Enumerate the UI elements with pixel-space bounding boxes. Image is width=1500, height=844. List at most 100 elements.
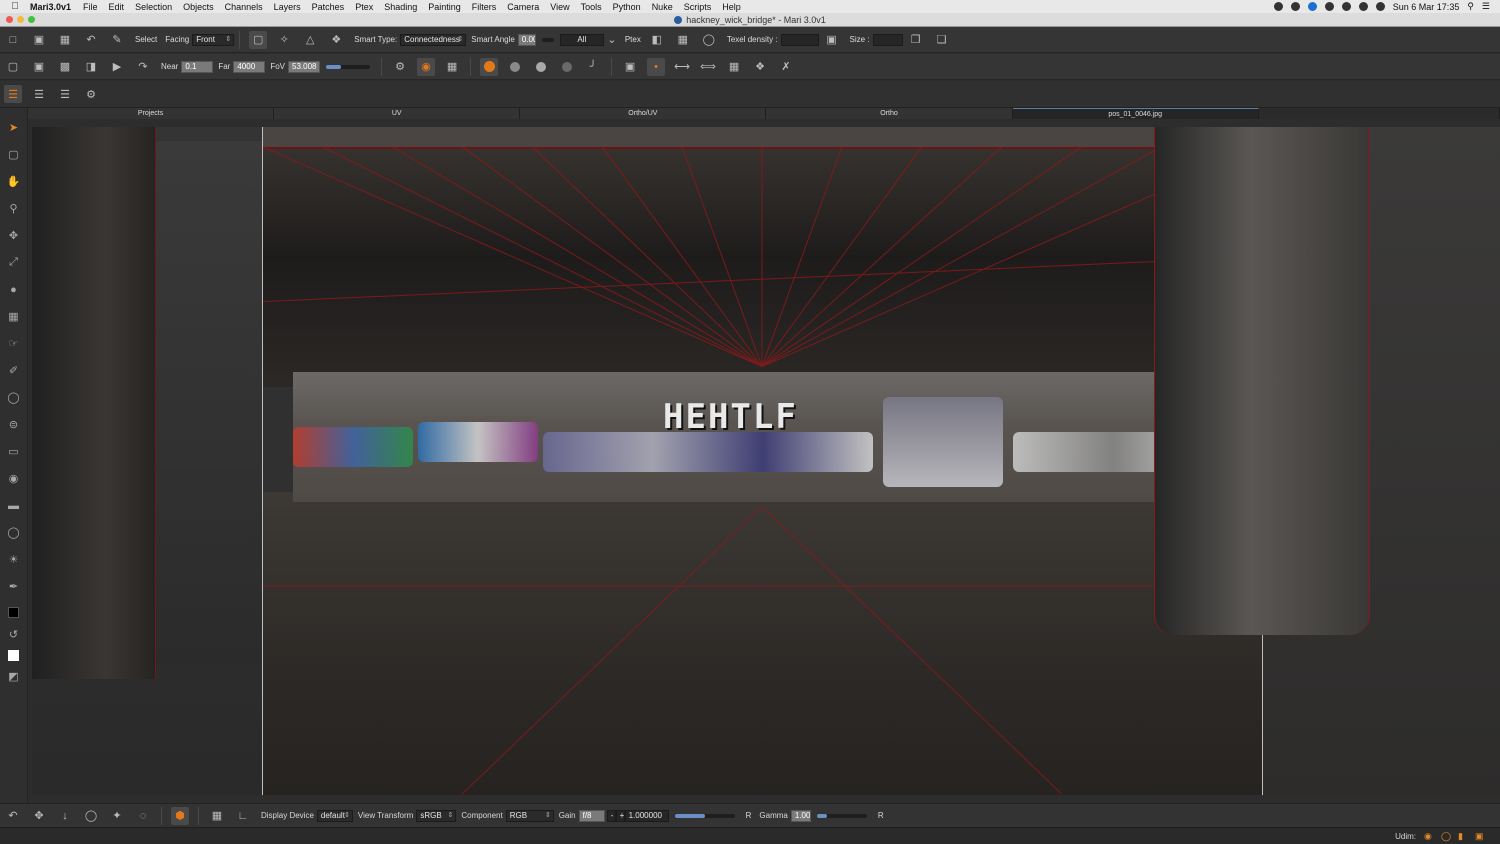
- size-field[interactable]: [872, 33, 903, 46]
- paint-through-icon[interactable]: ⚙: [391, 58, 409, 76]
- shader-basic-icon[interactable]: [506, 58, 524, 76]
- transform-icon[interactable]: ⤢: [5, 251, 23, 274]
- menu-objects[interactable]: Objects: [183, 2, 214, 12]
- slide-tool-icon[interactable]: ⊜: [5, 413, 23, 436]
- blur-drop-icon[interactable]: ●: [5, 278, 23, 301]
- display-icon[interactable]: [1324, 2, 1334, 11]
- camera-play-icon[interactable]: ▶: [108, 58, 126, 76]
- smart-select-icon[interactable]: ❖: [327, 31, 345, 49]
- tab-uv[interactable]: UV: [274, 108, 521, 119]
- pan-view-icon[interactable]: ✥: [30, 807, 48, 825]
- layer-paste-icon[interactable]: ❑: [933, 31, 951, 49]
- gain-stop-field[interactable]: f/8: [578, 809, 605, 822]
- layer-copy-icon[interactable]: ❐: [907, 31, 925, 49]
- clock-icon[interactable]: [1341, 2, 1351, 11]
- menu-edit[interactable]: Edit: [109, 2, 125, 12]
- udim-bars-icon[interactable]: ▮: [1458, 831, 1467, 841]
- zoom-icon[interactable]: ⚲: [5, 197, 23, 220]
- gain-minus-button[interactable]: -: [606, 809, 616, 822]
- menu-nuke[interactable]: Nuke: [652, 2, 673, 12]
- undo-view-icon[interactable]: ↶: [4, 807, 22, 825]
- eyedropper-icon[interactable]: ✒: [5, 575, 23, 598]
- display-device-dropdown[interactable]: default: [316, 809, 353, 822]
- select-tool-icon[interactable]: ✎: [108, 31, 126, 49]
- spotlight-icon[interactable]: ⚲: [1467, 1, 1474, 12]
- clone-stamp-icon[interactable]: ✐: [5, 359, 23, 382]
- menu-scripts[interactable]: Scripts: [684, 2, 712, 12]
- transform-reset-icon[interactable]: ✗: [777, 58, 795, 76]
- close-window-button[interactable]: [6, 16, 13, 23]
- sync-icon[interactable]: [1307, 2, 1317, 11]
- view-transform-dropdown[interactable]: sRGB: [416, 809, 457, 822]
- udim-target-icon[interactable]: ◯: [1441, 831, 1451, 841]
- menu-shading[interactable]: Shading: [384, 2, 417, 12]
- gain-slider[interactable]: [674, 813, 735, 818]
- menu-layers[interactable]: Layers: [274, 2, 301, 12]
- zoom-window-button[interactable]: [28, 16, 35, 23]
- tab-pos-01-0046-jpg[interactable]: pos_01_0046.jpg: [1012, 108, 1259, 119]
- snapshot-icon[interactable]: ▦: [208, 807, 226, 825]
- smudge-icon[interactable]: ☞: [5, 332, 23, 355]
- tumble-icon[interactable]: ✦: [108, 807, 126, 825]
- foreground-color-swatch[interactable]: [8, 607, 19, 618]
- menu-python[interactable]: Python: [613, 2, 641, 12]
- swap-colors-icon[interactable]: ↺: [5, 627, 23, 641]
- app-menu[interactable]: Mari3.0v1: [30, 2, 71, 12]
- menu-channels[interactable]: Channels: [225, 2, 263, 12]
- scope-chevron-icon[interactable]: ⌄: [607, 31, 616, 49]
- pan-hand-icon[interactable]: ✋: [5, 170, 23, 193]
- facing-dropdown[interactable]: Front: [192, 33, 235, 46]
- tab-projects[interactable]: Projects: [28, 108, 275, 119]
- volume-icon[interactable]: [1358, 2, 1368, 11]
- gain-reset-label[interactable]: R: [746, 811, 752, 820]
- menu-file[interactable]: File: [83, 2, 98, 12]
- camera-box-icon[interactable]: ▢: [4, 58, 22, 76]
- gamma-field[interactable]: 1.00: [790, 809, 811, 822]
- brush-stack-icon[interactable]: ☰: [56, 85, 74, 103]
- paint-grid-icon[interactable]: ▦: [5, 305, 23, 328]
- gain-value-field[interactable]: 1.000000: [624, 809, 669, 822]
- curve-icon[interactable]: ∟: [234, 807, 252, 825]
- texel-density-field[interactable]: [780, 33, 819, 46]
- minimize-window-button[interactable]: [17, 16, 24, 23]
- pivot-icon[interactable]: •: [647, 57, 666, 76]
- menu-view[interactable]: View: [550, 2, 569, 12]
- image-manager-icon[interactable]: ▦: [443, 58, 461, 76]
- menu-help[interactable]: Help: [722, 2, 741, 12]
- circle-tool-icon[interactable]: ◯: [5, 386, 23, 409]
- background-color-swatch[interactable]: [8, 650, 19, 661]
- save-project-icon[interactable]: ▦: [56, 31, 74, 49]
- open-project-icon[interactable]: ▣: [30, 31, 48, 49]
- snap-icon[interactable]: ❖: [751, 58, 769, 76]
- creative-cloud-icon[interactable]: [1290, 2, 1300, 11]
- lookup-icon[interactable]: ◯: [5, 521, 23, 544]
- gain-plus-button[interactable]: +: [615, 809, 625, 822]
- lasso-select-icon[interactable]: ✧: [275, 31, 293, 49]
- select-patches-icon[interactable]: ▢: [5, 143, 23, 166]
- axis-y-icon[interactable]: ⟺: [699, 58, 717, 76]
- tab-ortho-uv[interactable]: Ortho/UV: [520, 108, 767, 119]
- shader-lit-icon[interactable]: [532, 58, 550, 76]
- wireframe-toggle-icon[interactable]: ╯: [584, 58, 602, 76]
- rotate-view-icon[interactable]: ◯: [82, 807, 100, 825]
- udim-save-icon[interactable]: ▣: [1475, 831, 1484, 841]
- gradient-icon[interactable]: ▬: [5, 494, 23, 517]
- move-down-icon[interactable]: ↓: [56, 807, 74, 825]
- menubar-clock[interactable]: Sun 6 Mar 17:35: [1393, 2, 1460, 12]
- texel-density-apply-icon[interactable]: ▣: [823, 31, 841, 49]
- dolly-icon[interactable]: ◌: [134, 807, 152, 825]
- reset-colors-icon[interactable]: ◩: [5, 670, 23, 683]
- eraser-icon[interactable]: ▭: [5, 440, 23, 463]
- camera-reset-icon[interactable]: ↷: [134, 58, 152, 76]
- menu-tools[interactable]: Tools: [581, 2, 602, 12]
- menu-painting[interactable]: Painting: [428, 2, 461, 12]
- grid-icon[interactable]: ▦: [725, 58, 743, 76]
- smart-scope-field[interactable]: All: [559, 33, 604, 46]
- notification-center-icon[interactable]: ☰: [1482, 1, 1490, 12]
- camera-icon[interactable]: ▣: [30, 58, 48, 76]
- brush-settings-icon[interactable]: ⚙: [82, 85, 100, 103]
- menu-ptex[interactable]: Ptex: [355, 2, 373, 12]
- udim-brush-icon[interactable]: ◉: [1424, 831, 1433, 841]
- fov-field[interactable]: 53.008: [288, 60, 321, 73]
- fill-icon[interactable]: ◉: [5, 467, 23, 490]
